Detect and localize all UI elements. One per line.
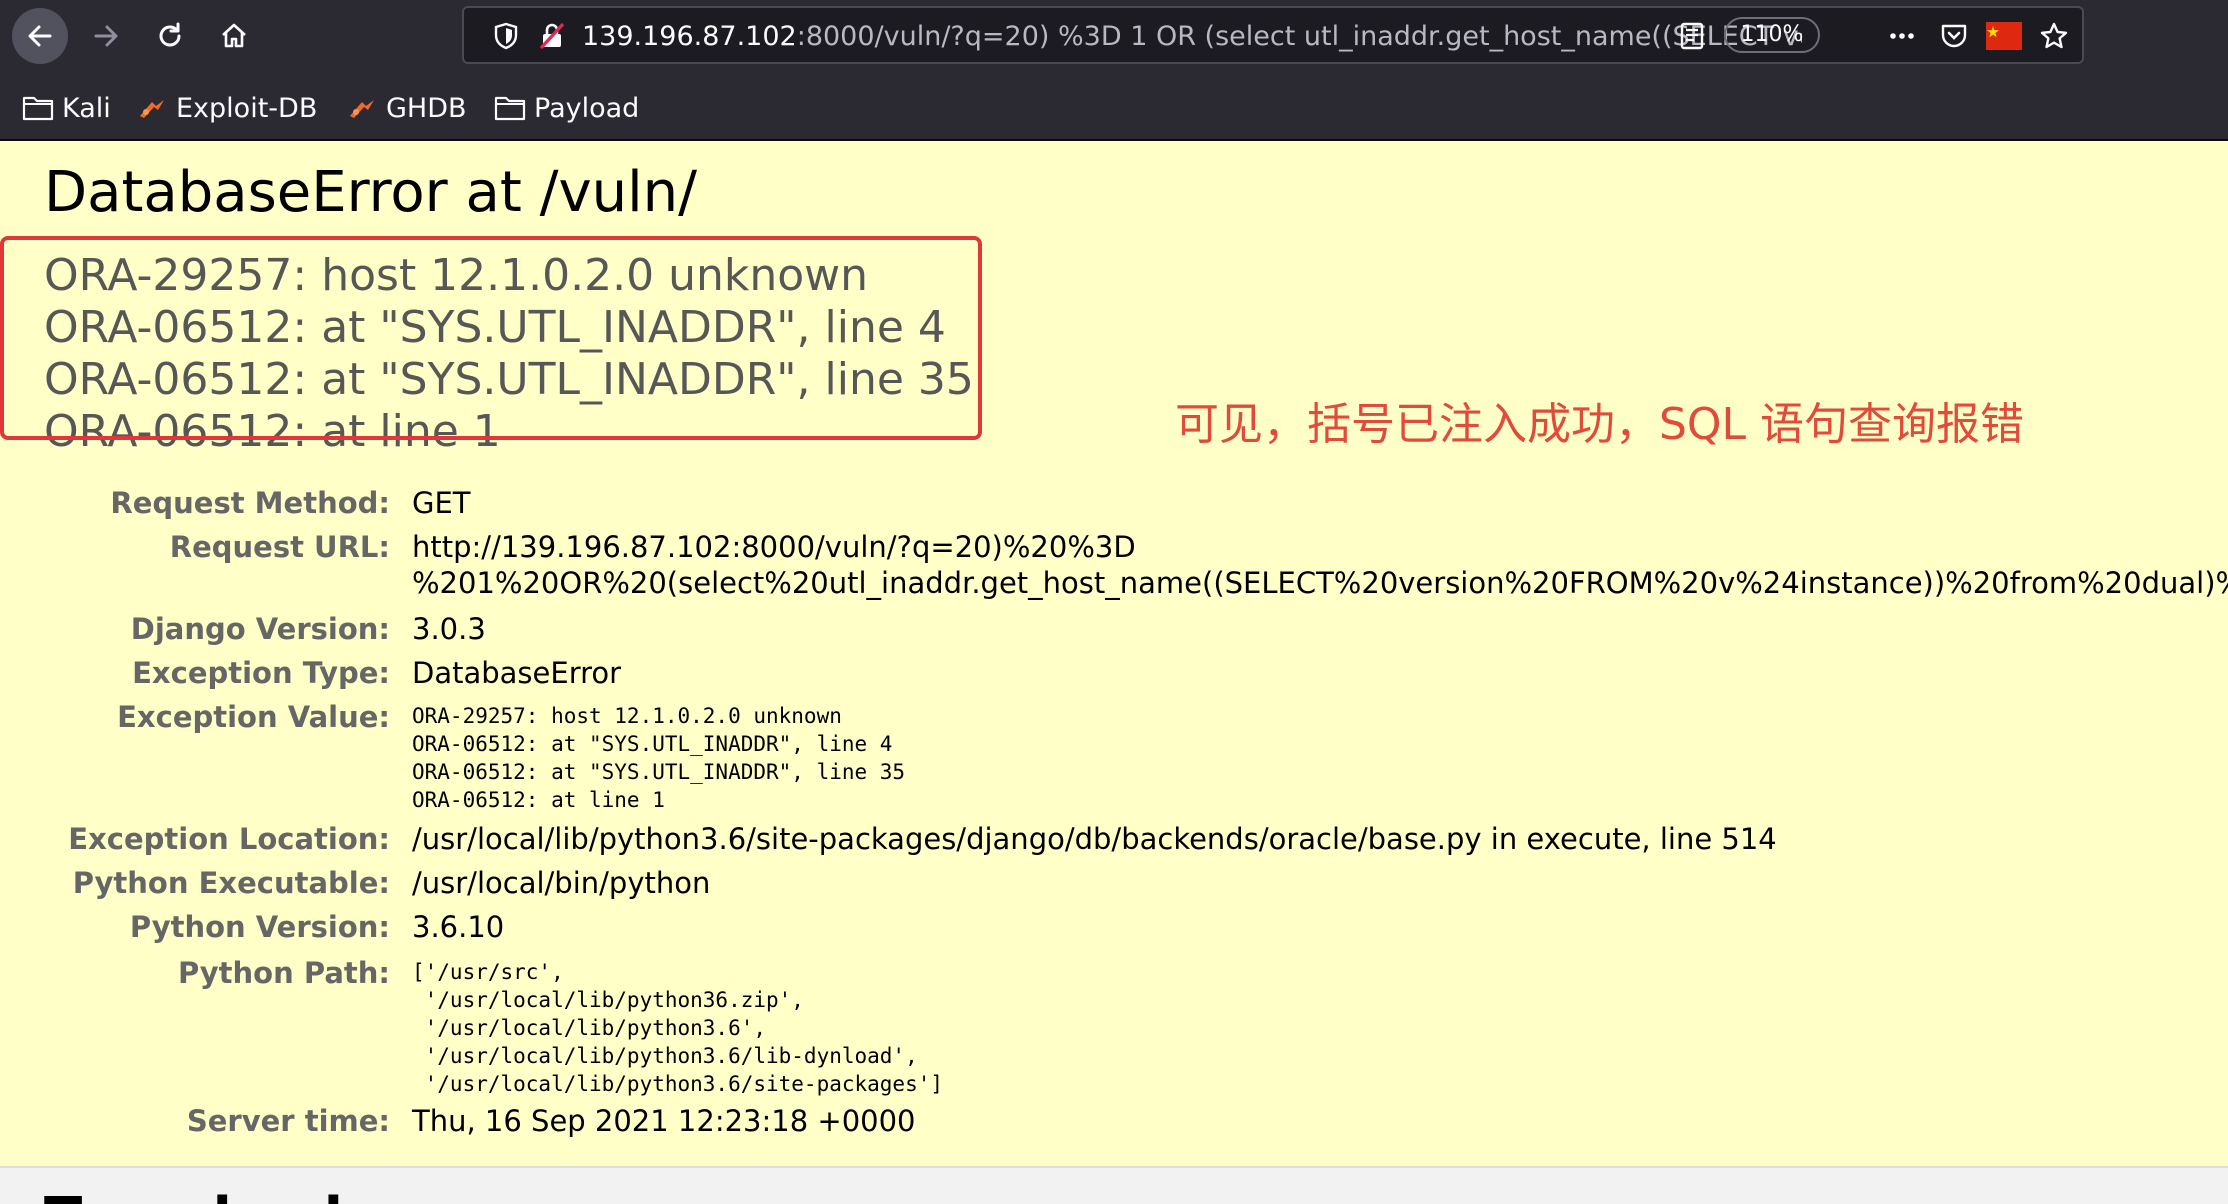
url-path: :8000/vuln/?q=20) %3D 1 OR (select utl_i… (796, 21, 1802, 52)
insecure-lock-icon[interactable] (536, 20, 568, 52)
bookmark-label: GHDB (386, 92, 467, 124)
exploit-db-icon (140, 100, 164, 118)
meta-label: Python Path: (177, 956, 390, 990)
meta-value: ['/usr/src', '/usr/local/lib/python36.zi… (412, 960, 944, 1096)
more-actions-icon[interactable] (1886, 20, 1918, 52)
traceback-heading: Traceback (44, 1186, 361, 1204)
reader-view-icon[interactable] (1676, 20, 1708, 52)
arrow-left-icon (28, 25, 52, 47)
meta-label: Exception Value: (117, 700, 390, 734)
bookmark-kali[interactable]: Kali (22, 88, 111, 128)
highlight-box (0, 236, 982, 440)
meta-label: Request Method: (110, 486, 390, 520)
reload-button[interactable] (142, 8, 198, 64)
ghdb-icon (350, 100, 374, 118)
home-icon (222, 23, 246, 48)
reload-icon (159, 22, 181, 47)
meta-value: http://139.196.87.102:8000/vuln/?q=20)%2… (412, 530, 1136, 564)
zoom-level-badge[interactable]: 110% (1724, 17, 1820, 53)
meta-value: 3.0.3 (412, 612, 486, 646)
page-title: DatabaseError at /vuln/ (44, 160, 697, 225)
meta-value: 3.6.10 (412, 910, 505, 944)
pocket-icon[interactable] (1938, 20, 1970, 52)
forward-button[interactable] (78, 8, 134, 64)
url-host: 139.196.87.102 (582, 21, 797, 52)
browser-toolbar: 139.196.87.102:8000/vuln/?q=20) %3D 1 OR… (0, 0, 2228, 141)
bookmark-label: Exploit-DB (176, 92, 318, 124)
url-text[interactable]: 139.196.87.102:8000/vuln/?q=20) %3D 1 OR… (582, 20, 1802, 54)
meta-label: Exception Location: (68, 822, 390, 856)
meta-value: DatabaseError (412, 656, 622, 690)
traceback-section: Traceback (0, 1166, 2228, 1204)
arrow-right-icon (94, 25, 118, 47)
meta-label: Django Version: (130, 612, 390, 646)
meta-value: /usr/local/lib/python3.6/site-packages/d… (412, 822, 1777, 856)
meta-label: Request URL: (169, 530, 390, 564)
meta-value-continued: %201%20OR%20(select%20utl_inaddr.get_hos… (412, 566, 2228, 600)
annotation-text: 可见，括号已注入成功，SQL 语句查询报错 (1175, 399, 2025, 450)
bookmark-exploit-db[interactable]: Exploit-DB (136, 88, 317, 128)
meta-label: Exception Type: (132, 656, 390, 690)
meta-label: Python Executable: (72, 866, 390, 900)
meta-value: Thu, 16 Sep 2021 12:23:18 +0000 (412, 1104, 916, 1138)
china-flag-icon[interactable] (1986, 22, 2022, 50)
bookmark-label: Kali (62, 92, 111, 124)
meta-label: Server time: (186, 1104, 390, 1138)
meta-label: Python Version: (129, 910, 390, 944)
folder-icon (22, 96, 54, 121)
shield-icon[interactable] (490, 20, 522, 52)
bookmark-star-icon[interactable] (2038, 20, 2070, 52)
bookmark-label: Payload (534, 92, 640, 124)
bookmark-payload[interactable]: Payload (494, 88, 639, 128)
url-bar[interactable]: 139.196.87.102:8000/vuln/?q=20) %3D 1 OR… (462, 6, 2084, 64)
meta-value: GET (412, 486, 471, 520)
meta-value: ORA-29257: host 12.1.0.2.0 unknown ORA-0… (412, 704, 906, 812)
folder-icon (494, 96, 526, 121)
back-button[interactable] (12, 8, 68, 64)
meta-value: /usr/local/bin/python (412, 866, 711, 900)
bookmark-ghdb[interactable]: GHDB (346, 88, 467, 128)
home-button[interactable] (206, 8, 262, 64)
